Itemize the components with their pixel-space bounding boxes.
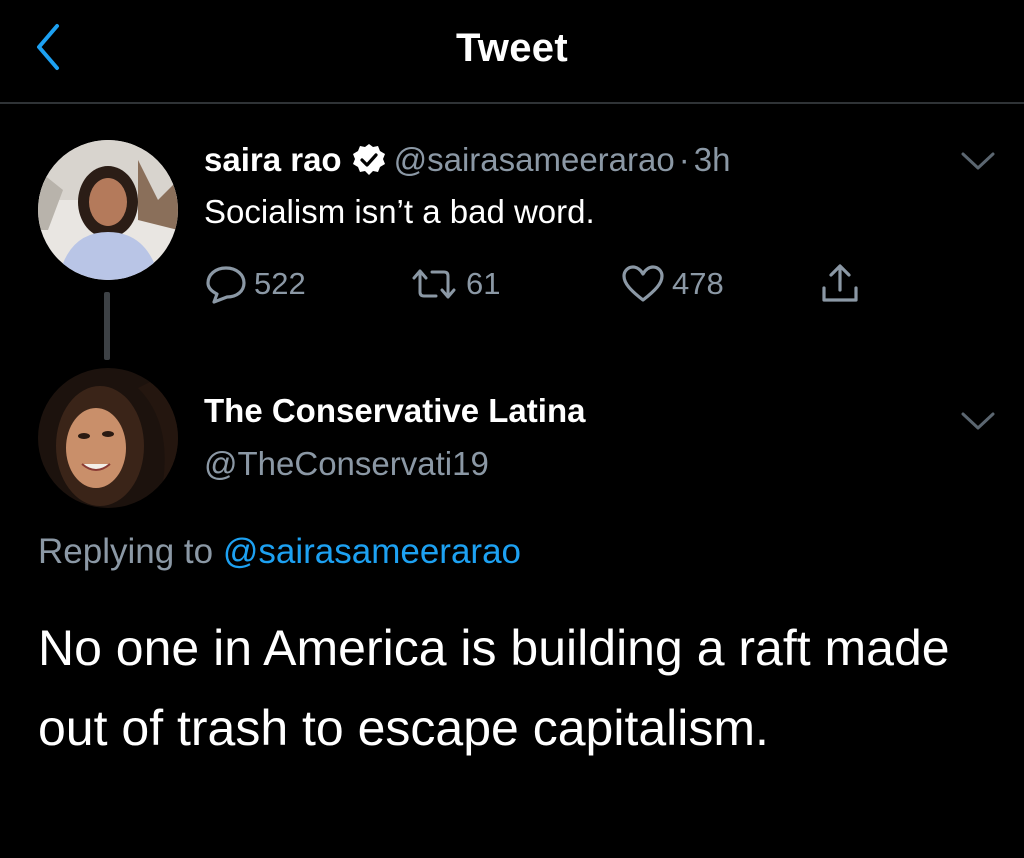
parent-tweet-header: saira rao @sairasameerarao · 3h	[204, 141, 730, 179]
comment-icon	[206, 266, 246, 304]
avatar-image	[38, 140, 178, 280]
retweet-count: 61	[466, 266, 501, 301]
retweet-icon	[412, 269, 456, 299]
like-button[interactable]: 478	[620, 262, 724, 306]
top-bar: Tweet	[0, 0, 1024, 104]
reply-tweet-text: No one in America is building a raft mad…	[38, 620, 950, 756]
page-title: Tweet	[456, 26, 568, 70]
avatar-image	[38, 368, 178, 508]
retweet-button[interactable]: 61	[408, 262, 500, 306]
replying-to-label: Replying to	[38, 532, 214, 571]
reply-button[interactable]: 522	[204, 262, 306, 306]
reply-tweet-menu[interactable]	[958, 406, 998, 436]
share-icon	[822, 264, 858, 302]
separator-dot: ·	[678, 141, 690, 178]
parent-display-name[interactable]: saira rao	[204, 141, 342, 179]
verified-badge-icon	[352, 144, 385, 175]
reply-tweet-header: The Conservative Latina	[204, 392, 585, 430]
reply-count: 522	[254, 266, 306, 301]
replying-to-link[interactable]: @sairasameerarao	[223, 532, 521, 571]
share-button[interactable]	[818, 262, 868, 306]
replying-to-line: Replying to @sairasameerarao	[38, 532, 521, 572]
parent-timestamp[interactable]: 3h	[694, 141, 731, 179]
avatar-conservative-latina[interactable]	[38, 368, 178, 508]
thread-connector	[104, 292, 110, 360]
heart-icon	[622, 265, 664, 302]
avatar-saira-rao[interactable]	[38, 140, 178, 280]
parent-tweet-text: Socialism isn’t a bad word.	[204, 193, 595, 230]
like-count: 478	[672, 266, 724, 301]
chevron-down-icon	[961, 152, 995, 170]
reply-handle[interactable]: @TheConservati19	[204, 445, 489, 483]
chevron-down-icon	[961, 412, 995, 430]
parent-tweet-menu[interactable]	[958, 146, 998, 176]
reply-display-name[interactable]: The Conservative Latina	[204, 392, 585, 430]
parent-handle[interactable]: @sairasameerarao	[394, 141, 675, 179]
